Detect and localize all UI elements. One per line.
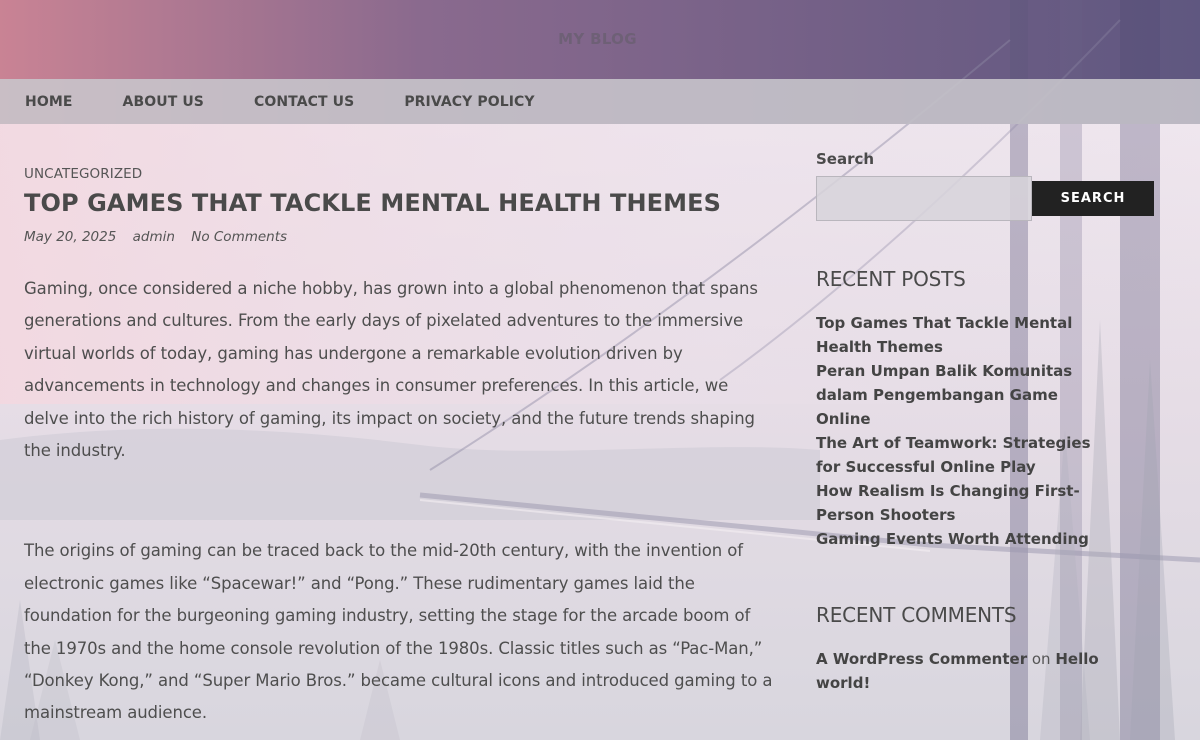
recent-post-link[interactable]: How Realism Is Changing First-Person Sho… xyxy=(816,479,1116,527)
post-author[interactable]: admin xyxy=(133,229,175,245)
nav-item-about-us[interactable]: ABOUT US xyxy=(98,94,229,110)
search-button[interactable]: SEARCH xyxy=(1032,181,1154,216)
sidebar: Search SEARCH RECENT POSTS Top Games Tha… xyxy=(816,150,1156,695)
post-article: UNCATEGORIZED TOP GAMES THAT TACKLE MENT… xyxy=(24,166,774,730)
site-header: MY BLOG xyxy=(0,0,1200,79)
search-form: SEARCH xyxy=(816,176,1156,221)
recent-comment-item: A WordPress Commenter on Hello world! xyxy=(816,647,1156,695)
recent-posts-title: RECENT POSTS xyxy=(816,267,966,291)
recent-post-link[interactable]: Top Games That Tackle Mental Health Them… xyxy=(816,311,1116,359)
recent-post-link[interactable]: Peran Umpan Balik Komunitas dalam Pengem… xyxy=(816,359,1116,431)
site-title[interactable]: MY BLOG xyxy=(0,30,1195,48)
post-meta: May 20, 2025 admin No Comments xyxy=(24,229,774,245)
nav-item-contact-us[interactable]: CONTACT US xyxy=(229,94,379,110)
nav-item-privacy-policy[interactable]: PRIVACY POLICY xyxy=(379,94,559,110)
main-nav: HOME ABOUT US CONTACT US PRIVACY POLICY xyxy=(0,79,1200,124)
recent-posts-list: Top Games That Tackle Mental Health Them… xyxy=(816,311,1156,551)
post-comments-link[interactable]: No Comments xyxy=(191,229,287,245)
recent-post-link[interactable]: Gaming Events Worth Attending xyxy=(816,527,1116,551)
recent-comments-title: RECENT COMMENTS xyxy=(816,603,1017,627)
comment-author-link[interactable]: A WordPress Commenter xyxy=(816,650,1027,668)
post-category-link[interactable]: UNCATEGORIZED xyxy=(24,166,774,182)
post-date[interactable]: May 20, 2025 xyxy=(24,229,116,245)
search-input[interactable] xyxy=(816,176,1032,221)
recent-post-link[interactable]: The Art of Teamwork: Strategies for Succ… xyxy=(816,431,1116,479)
post-body: Gaming, once considered a niche hobby, h… xyxy=(24,273,774,730)
comment-on-text: on xyxy=(1031,650,1051,668)
post-title[interactable]: TOP GAMES THAT TACKLE MENTAL HEALTH THEM… xyxy=(24,189,774,217)
nav-item-home[interactable]: HOME xyxy=(0,94,98,110)
post-paragraph: Gaming, once considered a niche hobby, h… xyxy=(24,279,758,461)
post-paragraph: The origins of gaming can be traced back… xyxy=(24,541,773,723)
recent-comments-list: A WordPress Commenter on Hello world! xyxy=(816,647,1156,695)
search-label: Search xyxy=(816,150,875,168)
